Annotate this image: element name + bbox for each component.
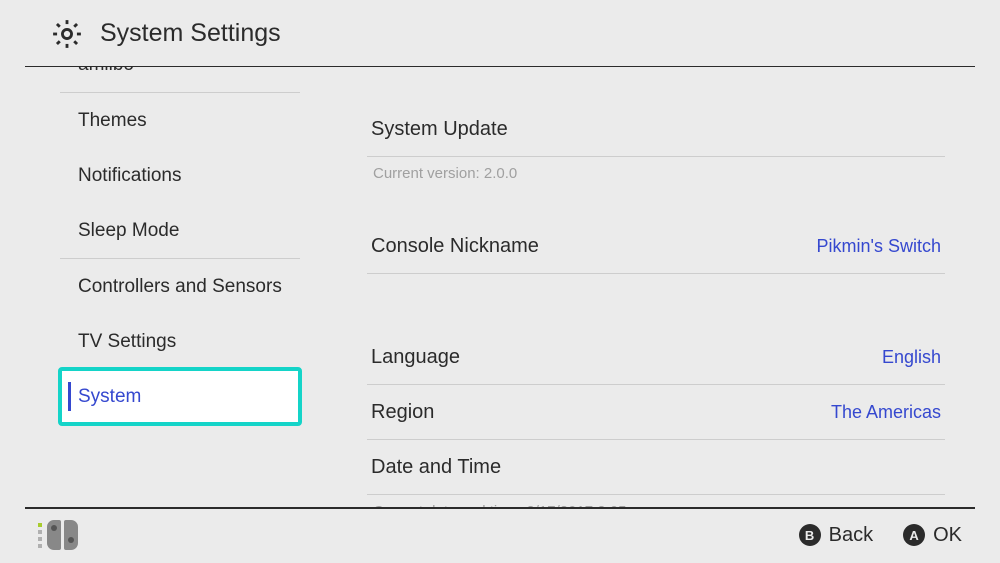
- footer-divider: [25, 507, 975, 509]
- sidebar-item-label: TV Settings: [78, 331, 176, 353]
- sidebar-item-notifications[interactable]: Notifications: [60, 148, 300, 203]
- content-area: amiibo Themes Notifications Sleep Mode C…: [0, 67, 1000, 507]
- ok-button-label: OK: [933, 524, 962, 547]
- sidebar-item-label: Notifications: [78, 165, 182, 187]
- setting-value: The Americas: [831, 402, 941, 423]
- sidebar-item-label: Themes: [78, 110, 147, 132]
- controller-status-icon: [38, 520, 78, 550]
- setting-console-nickname[interactable]: Console Nickname Pikmin's Switch: [367, 219, 945, 274]
- ok-button[interactable]: A OK: [903, 524, 962, 547]
- sidebar-item-label: Sleep Mode: [78, 220, 179, 242]
- setting-system-update[interactable]: System Update: [367, 102, 945, 157]
- sidebar-item-amiibo[interactable]: amiibo: [60, 67, 300, 92]
- header-bar: System Settings: [0, 0, 1000, 67]
- sidebar-item-themes[interactable]: Themes: [60, 93, 300, 148]
- footer-bar: B Back A OK: [0, 507, 1000, 563]
- sidebar-item-system[interactable]: System: [60, 369, 300, 424]
- setting-label: Date and Time: [371, 456, 501, 479]
- setting-region[interactable]: Region The Americas: [367, 385, 945, 440]
- b-button-icon: B: [799, 524, 821, 546]
- setting-date-time[interactable]: Date and Time: [367, 440, 945, 495]
- setting-system-update-version: Current version: 2.0.0: [367, 157, 945, 189]
- setting-label: Region: [371, 401, 434, 424]
- setting-date-time-current: Current date and time: 2/17/2017 2:05 p.…: [367, 495, 945, 507]
- sidebar-item-controllers[interactable]: Controllers and Sensors: [60, 259, 300, 314]
- sidebar-item-label: System: [78, 386, 141, 408]
- setting-value: English: [882, 347, 941, 368]
- setting-language[interactable]: Language English: [367, 330, 945, 385]
- setting-value: Pikmin's Switch: [817, 236, 941, 257]
- sidebar-item-label: Controllers and Sensors: [78, 276, 282, 298]
- page-title: System Settings: [100, 19, 281, 48]
- main-panel: System Update Current version: 2.0.0 Con…: [325, 67, 1000, 507]
- settings-sidebar: amiibo Themes Notifications Sleep Mode C…: [0, 67, 325, 507]
- sidebar-item-sleep-mode[interactable]: Sleep Mode: [60, 203, 300, 258]
- setting-label: System Update: [371, 118, 508, 141]
- setting-label: Language: [371, 346, 460, 369]
- back-button[interactable]: B Back: [799, 524, 873, 547]
- sidebar-item-tv-settings[interactable]: TV Settings: [60, 314, 300, 369]
- settings-gear-icon: [50, 17, 84, 51]
- sidebar-item-label: amiibo: [78, 67, 134, 76]
- back-button-label: Back: [829, 524, 873, 547]
- setting-label: Console Nickname: [371, 235, 539, 258]
- a-button-icon: A: [903, 524, 925, 546]
